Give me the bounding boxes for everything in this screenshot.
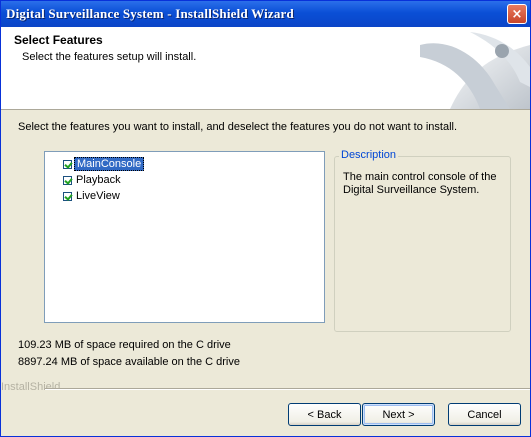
space-available-text: 8897.24 MB of space available on the C d… bbox=[18, 356, 240, 368]
description-text: The main control console of the Digital … bbox=[343, 171, 497, 196]
tree-item-label: LiveView bbox=[76, 190, 120, 202]
back-button[interactable]: < Back bbox=[288, 403, 361, 426]
footer-divider bbox=[45, 388, 530, 390]
page-title: Select Features bbox=[14, 33, 103, 47]
checkbox-icon[interactable] bbox=[63, 175, 72, 185]
cancel-button[interactable]: Cancel bbox=[448, 403, 521, 426]
description-legend: Description bbox=[339, 149, 399, 161]
next-button[interactable]: Next > bbox=[362, 403, 435, 426]
installer-window: Digital Surveillance System - InstallShi… bbox=[0, 0, 531, 437]
checkbox-icon[interactable] bbox=[63, 159, 72, 169]
page-subtitle: Select the features setup will install. bbox=[22, 51, 197, 63]
description-group: Description The main control console of … bbox=[334, 149, 511, 332]
checkbox-icon[interactable] bbox=[63, 191, 72, 201]
tree-item-mainconsole[interactable]: MainConsole bbox=[63, 157, 145, 171]
space-required-text: 109.23 MB of space required on the C dri… bbox=[18, 339, 231, 351]
window-title: Digital Surveillance System - InstallShi… bbox=[6, 6, 294, 21]
close-button[interactable]: × bbox=[507, 4, 527, 24]
tree-item-playback[interactable]: Playback bbox=[63, 173, 123, 187]
instruction-text: Select the features you want to install,… bbox=[18, 121, 458, 133]
feature-tree[interactable]: MainConsole Playback LiveView bbox=[44, 151, 325, 323]
tree-item-liveview[interactable]: LiveView bbox=[63, 189, 122, 203]
installshield-brand: InstallShield bbox=[1, 381, 61, 393]
title-bar[interactable]: Digital Surveillance System - InstallShi… bbox=[1, 1, 530, 27]
tree-item-label: Playback bbox=[76, 174, 121, 186]
wizard-header: Select Features Select the features setu… bbox=[1, 27, 530, 110]
close-icon: × bbox=[511, 6, 523, 22]
tree-item-label: MainConsole bbox=[74, 157, 145, 171]
installer-banner-graphic bbox=[420, 32, 530, 109]
